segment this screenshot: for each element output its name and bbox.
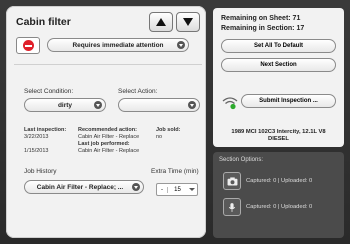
divider	[14, 64, 202, 65]
section-options-panel: Section Options: Captured: 0 | Uploaded:…	[213, 152, 344, 238]
photo-status: Captured: 0 | Uploaded: 0	[246, 178, 313, 184]
inspection-item-panel: Cabin filter Requires immediate attentio…	[6, 6, 206, 238]
next-section-button[interactable]: Next Section	[221, 58, 336, 72]
last-job-label: Last job performed:	[78, 141, 130, 147]
next-item-button[interactable]	[176, 12, 200, 32]
chevron-down-icon	[177, 41, 185, 49]
camera-button[interactable]	[223, 172, 241, 190]
extra-time-value: 15	[174, 186, 181, 193]
action-label: Select Action:	[118, 88, 158, 95]
job-history-value: Cabin Air Filter - Replace; ...	[36, 183, 124, 191]
severity-toggle[interactable]	[16, 37, 40, 54]
last-inspection-date-2: 1/15/2013	[24, 148, 49, 154]
recommended-action-label: Recommended action:	[78, 127, 137, 133]
last-job-value: Cabin Air Filter - Replace	[78, 148, 140, 154]
stop-icon	[22, 40, 34, 51]
condition-select[interactable]: dirty	[24, 98, 106, 112]
chevron-down-icon	[94, 101, 102, 109]
item-title: Cabin filter	[16, 16, 71, 28]
action-select[interactable]	[118, 98, 200, 112]
severity-value: Requires immediate attention	[72, 41, 164, 49]
recommended-action-value: Cabin Air Filter - Replace	[78, 134, 140, 140]
camera-icon	[227, 176, 237, 186]
extra-time-label: Extra Time (min)	[151, 168, 199, 175]
job-sold-label: Job sold:	[156, 127, 181, 133]
severity-select[interactable]: Requires immediate attention	[47, 38, 189, 52]
condition-label: Select Condition:	[24, 88, 74, 95]
chevron-down-icon[interactable]	[187, 184, 197, 195]
section-options-label: Section Options:	[219, 157, 264, 163]
extra-time-decrement[interactable]: -	[157, 186, 168, 193]
remaining-on-sheet: Remaining on Sheet: 71	[221, 15, 301, 22]
set-all-default-button[interactable]: Set All To Default	[221, 39, 336, 53]
audio-status: Captured: 0 | Uploaded: 0	[246, 204, 313, 210]
submit-inspection-button[interactable]: Submit Inspection ...	[241, 94, 336, 108]
job-history-select[interactable]: Cabin Air Filter - Replace; ...	[24, 180, 144, 194]
wifi-icon	[222, 97, 238, 110]
extra-time-stepper[interactable]: - 15	[156, 183, 198, 196]
summary-panel: Remaining on Sheet: 71 Remaining in Sect…	[213, 8, 344, 147]
chevron-down-icon	[132, 183, 140, 191]
previous-item-button[interactable]	[149, 12, 173, 32]
last-inspection-date-1: 3/22/2013	[24, 134, 49, 140]
job-history-label: Job History	[24, 168, 57, 175]
arrow-down-icon	[183, 18, 193, 26]
remaining-in-section: Remaining in Section: 17	[221, 25, 305, 32]
vehicle-line-1: 1989 MCI 102C3 Intercity, 12.1L V8	[231, 129, 326, 135]
chevron-down-icon	[188, 101, 196, 109]
microphone-icon	[228, 202, 236, 212]
vehicle-line-2: DIESEL	[268, 136, 289, 142]
last-inspection-label: Last inspection:	[24, 127, 67, 133]
condition-value: dirty	[57, 101, 73, 109]
vehicle-info: 1989 MCI 102C3 Intercity, 12.1L V8 DIESE…	[213, 129, 344, 143]
arrow-up-icon	[156, 18, 166, 26]
job-sold-value: no	[156, 134, 163, 140]
microphone-button[interactable]	[223, 198, 241, 216]
